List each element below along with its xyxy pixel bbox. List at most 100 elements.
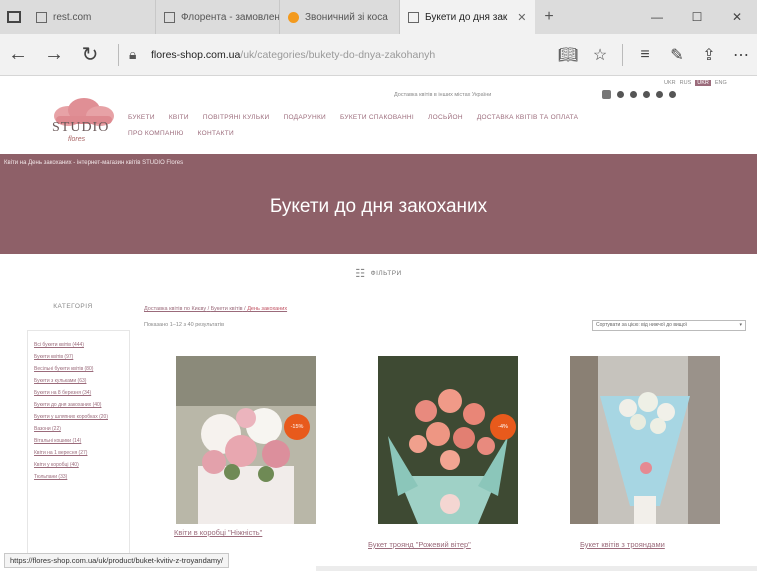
- category-link[interactable]: Букети на 8 березня (34): [34, 389, 123, 398]
- reading-view-icon[interactable]: 📖︎: [552, 45, 584, 65]
- page-title: Букети до дня закоханих: [269, 196, 488, 217]
- share-icon[interactable]: ⇪: [693, 45, 725, 65]
- sort-select[interactable]: Сортувати за цією: від нижчої до вищої ▾: [592, 320, 746, 331]
- delivery-note[interactable]: Доставка квітів в інших містах України: [394, 92, 491, 98]
- product-card: -15% Квіти в коробці "Ніжність": [172, 356, 320, 546]
- hub-icon[interactable]: ≡: [629, 46, 661, 64]
- lang-ukr[interactable]: UKR: [664, 80, 676, 86]
- close-tab-icon[interactable]: ✕: [517, 11, 526, 24]
- category-link[interactable]: Тюльпани (33): [34, 473, 123, 482]
- menu-item-about[interactable]: ПРО КОМПАНІЮ: [128, 130, 184, 137]
- category-link[interactable]: Букети квітів (97): [34, 353, 123, 362]
- tab-3[interactable]: Звоничний зі коса: [280, 0, 400, 34]
- product-card: -4% Букет троянд "Рожевий вітер": [362, 356, 532, 552]
- category-link[interactable]: Вітальні кошики (14): [34, 437, 123, 446]
- close-window-icon[interactable]: ✕: [717, 0, 757, 34]
- lock-icon: 🔒︎: [129, 45, 137, 62]
- lang-eng[interactable]: ENG: [715, 80, 727, 86]
- url-field[interactable]: flores-shop.com.ua/uk/categories/bukety-…: [151, 49, 552, 61]
- page-icon: [408, 11, 419, 23]
- category-link[interactable]: Букети до дня закоханих (40): [34, 401, 123, 410]
- tab-label: rest.com: [53, 11, 92, 23]
- main-menu: БУКЕТИ КВІТИ ПОВІТРЯНІ КУЛЬКИ ПОДАРУНКИ БУКЕ…: [128, 110, 648, 142]
- url-domain: flores-shop.com.ua: [151, 48, 241, 61]
- status-bar-url: https://flores-shop.com.ua/uk/product/bu…: [4, 553, 230, 568]
- url-path: /uk/categories/bukety-do-dnya-zakohanyh: [240, 48, 436, 61]
- search-icon[interactable]: [669, 91, 676, 98]
- window-controls: — ☐ ✕: [637, 0, 757, 34]
- menu-item-lotion[interactable]: ЛОСЬЙОН: [428, 114, 463, 121]
- instagram-icon[interactable]: [630, 91, 637, 98]
- horizontal-scrollbar[interactable]: [316, 566, 757, 571]
- cart-icon[interactable]: [656, 91, 663, 98]
- chevron-down-icon: ▾: [739, 322, 742, 328]
- page-icon: [36, 11, 47, 23]
- breadcrumb-current: День закоханих: [247, 306, 288, 312]
- category-link[interactable]: Букети з кульками (63): [34, 377, 123, 386]
- category-link[interactable]: Квіти у коробці (40): [34, 461, 123, 470]
- category-link[interactable]: Букети у шляпних коробках (20): [34, 413, 123, 422]
- filter-label: ФІЛЬТРИ: [370, 269, 402, 277]
- product-name[interactable]: Квіти в коробці "Ніжність": [174, 528, 262, 537]
- menu-item-bukety[interactable]: БУКЕТИ: [128, 114, 155, 121]
- product-name[interactable]: Букет троянд "Рожевий вітер": [368, 540, 471, 549]
- menu-item-gifts[interactable]: ПОДАРУНКИ: [284, 114, 327, 121]
- social-icons: [602, 90, 676, 99]
- filter-icon: ☷: [355, 267, 366, 280]
- tab-actions-icon[interactable]: [0, 0, 28, 34]
- site-header: STUDIO flores Доставка квітів в інших мі…: [0, 76, 757, 154]
- breadcrumb-home[interactable]: Доставка квітів по Києву: [144, 306, 206, 312]
- refresh-icon[interactable]: ↻: [72, 42, 108, 67]
- phone-icon[interactable]: [602, 90, 611, 99]
- fox-icon: [288, 11, 299, 23]
- breadcrumb-bukety[interactable]: Букети квітів: [211, 306, 243, 312]
- product-name[interactable]: Букет квітів з трояндами: [580, 540, 665, 549]
- menu-item-kvity[interactable]: КВІТИ: [169, 114, 189, 121]
- results-count: Показано 1–12 з 40 результатів: [144, 322, 224, 328]
- back-icon[interactable]: ←: [0, 43, 36, 66]
- lang-current[interactable]: UKR: [695, 80, 711, 86]
- product-image[interactable]: [570, 356, 720, 524]
- page-icon: [164, 11, 175, 23]
- minimize-icon[interactable]: —: [637, 0, 677, 34]
- tab-bar: rest.com Флорента - замовлен Звоничний з…: [0, 0, 757, 34]
- favorite-star-icon[interactable]: ☆: [584, 45, 616, 65]
- tab-active[interactable]: Букети до дня зак ✕: [400, 0, 535, 34]
- tab-label: Букети до дня зак: [425, 11, 508, 23]
- filter-toggle[interactable]: ☷ ФІЛЬТРИ: [0, 258, 757, 288]
- sort-value: Сортувати за цією: від нижчої до вищої: [596, 322, 688, 328]
- pinterest-icon[interactable]: [643, 91, 650, 98]
- logo-subtitle: flores: [68, 136, 86, 143]
- menu-item-delivery[interactable]: ДОСТАВКА КВІТІВ ТА ОПЛАТА: [477, 114, 578, 121]
- discount-badge: -15%: [284, 414, 310, 440]
- browser-toolbar: 📖︎ ☆ ≡ ✎ ⇪ ⋯: [552, 43, 757, 66]
- tab-2[interactable]: Флорента - замовлен: [156, 0, 280, 34]
- category-link[interactable]: Вазони (22): [34, 425, 123, 434]
- web-note-icon[interactable]: ✎: [661, 45, 693, 65]
- discount-badge: -4%: [490, 414, 516, 440]
- menu-item-packed[interactable]: БУКЕТИ СПАКОВАННІ: [340, 114, 414, 121]
- breadcrumb: Доставка квітів по Києву / Букети квітів…: [144, 306, 288, 312]
- category-list: Всі букети квітів (444) Букети квітів (9…: [27, 330, 130, 560]
- maximize-icon[interactable]: ☐: [677, 0, 717, 34]
- address-bar: ← → ↻ 🔒︎ flores-shop.com.ua/uk/categorie…: [0, 34, 757, 76]
- tab-label: Флорента - замовлен: [181, 11, 280, 23]
- category-link[interactable]: Весільні букети квітів (80): [34, 365, 123, 374]
- menu-item-balloons[interactable]: ПОВІТРЯНІ КУЛЬКИ: [203, 114, 270, 121]
- tab-1[interactable]: rest.com: [28, 0, 156, 34]
- category-banner: Квіти на День закоханих - інтернет-магаз…: [0, 154, 757, 254]
- product-image[interactable]: [378, 356, 518, 524]
- product-image[interactable]: [176, 356, 316, 524]
- new-tab-button[interactable]: +: [535, 0, 563, 34]
- forward-icon[interactable]: →: [36, 43, 72, 66]
- tab-label: Звоничний зі коса: [305, 11, 388, 23]
- product-card: Букет квітів з трояндами: [566, 356, 720, 552]
- logo-text: STUDIO: [52, 120, 110, 135]
- category-link[interactable]: Квіти на 1 вересня (27): [34, 449, 123, 458]
- facebook-icon[interactable]: [617, 91, 624, 98]
- menu-item-contacts[interactable]: КОНТАКТИ: [198, 130, 234, 137]
- lang-rus[interactable]: RUS: [680, 80, 692, 86]
- more-icon[interactable]: ⋯: [725, 45, 757, 65]
- language-switcher: UKR RUS UKR ENG: [664, 80, 727, 86]
- category-link[interactable]: Всі букети квітів (444): [34, 341, 123, 350]
